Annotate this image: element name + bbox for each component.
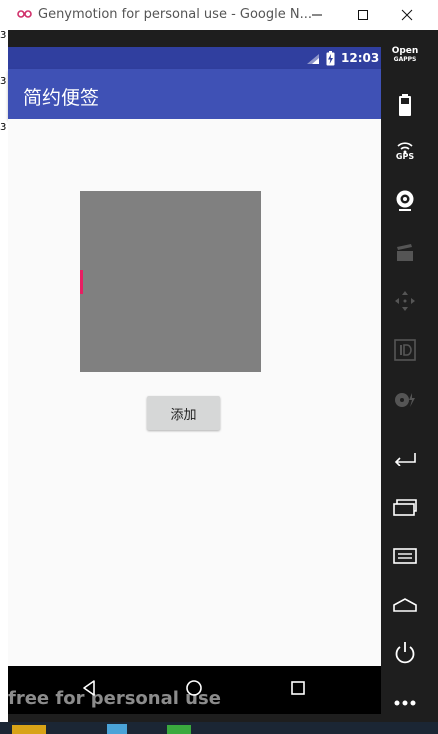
- remote-control-widget: [385, 288, 425, 314]
- signal-icon: [307, 54, 319, 64]
- maximize-button[interactable]: [340, 0, 386, 30]
- edge-mark: 3: [0, 30, 7, 41]
- file-explorer-taskbar-icon[interactable]: [12, 725, 46, 734]
- disc-lightning-icon: [395, 393, 415, 407]
- menu-icon: [393, 548, 417, 564]
- recents-icon[interactable]: [291, 681, 305, 695]
- webcam-icon: [396, 190, 414, 211]
- capture-widget: [385, 387, 425, 413]
- clapperboard-icon: [397, 244, 413, 261]
- stacked-windows-icon: [393, 499, 417, 516]
- maximize-icon: [358, 10, 368, 20]
- window-title: Genymotion for personal use - Google N..…: [38, 7, 312, 22]
- minimize-button[interactable]: [294, 0, 340, 30]
- app-title: 简约便签: [23, 87, 100, 109]
- edge-mark: 3: [0, 76, 7, 87]
- screencast-widget: [385, 240, 425, 266]
- move-arrows-icon: [395, 291, 415, 311]
- note-image-placeholder[interactable]: [80, 191, 261, 372]
- add-button[interactable]: 添加: [147, 396, 220, 430]
- device-id-widget: [385, 337, 425, 363]
- more-options-key[interactable]: [385, 690, 425, 716]
- status-time: 12:03: [341, 51, 380, 65]
- more-dots-icon: [394, 700, 416, 706]
- back-icon[interactable]: [80, 679, 98, 697]
- recent-apps-key[interactable]: [385, 494, 425, 520]
- power-icon: [395, 642, 415, 664]
- power-key[interactable]: [385, 640, 425, 666]
- home-key[interactable]: [385, 592, 425, 618]
- close-button[interactable]: [384, 0, 430, 30]
- gps-label: GPS: [395, 152, 415, 161]
- edge-mark: 3: [0, 122, 7, 133]
- left-window-edge: [0, 30, 8, 734]
- home-icon[interactable]: [185, 679, 203, 697]
- opengapps-line1: Open: [391, 46, 419, 56]
- opengapps-button[interactable]: Open GAPPS: [385, 47, 425, 64]
- id-card-icon: [394, 339, 416, 361]
- edge-glow-indicator: [80, 270, 83, 294]
- minimize-icon: [312, 14, 322, 16]
- close-icon: [401, 9, 413, 21]
- back-key[interactable]: [385, 444, 425, 470]
- return-arrow-icon: [394, 453, 416, 466]
- app-taskbar-icon[interactable]: [107, 724, 127, 734]
- battery-widget[interactable]: [385, 92, 425, 118]
- opengapps-line2: GAPPS: [393, 56, 417, 63]
- menu-key[interactable]: [385, 543, 425, 569]
- house-icon: [393, 598, 417, 612]
- app-taskbar-icon[interactable]: [167, 725, 191, 734]
- windows-taskbar: [0, 722, 438, 734]
- battery-charging-icon: [326, 51, 335, 66]
- genymotion-logo-icon: [17, 10, 32, 18]
- webcam-widget[interactable]: [385, 188, 425, 214]
- battery-icon: [399, 94, 411, 116]
